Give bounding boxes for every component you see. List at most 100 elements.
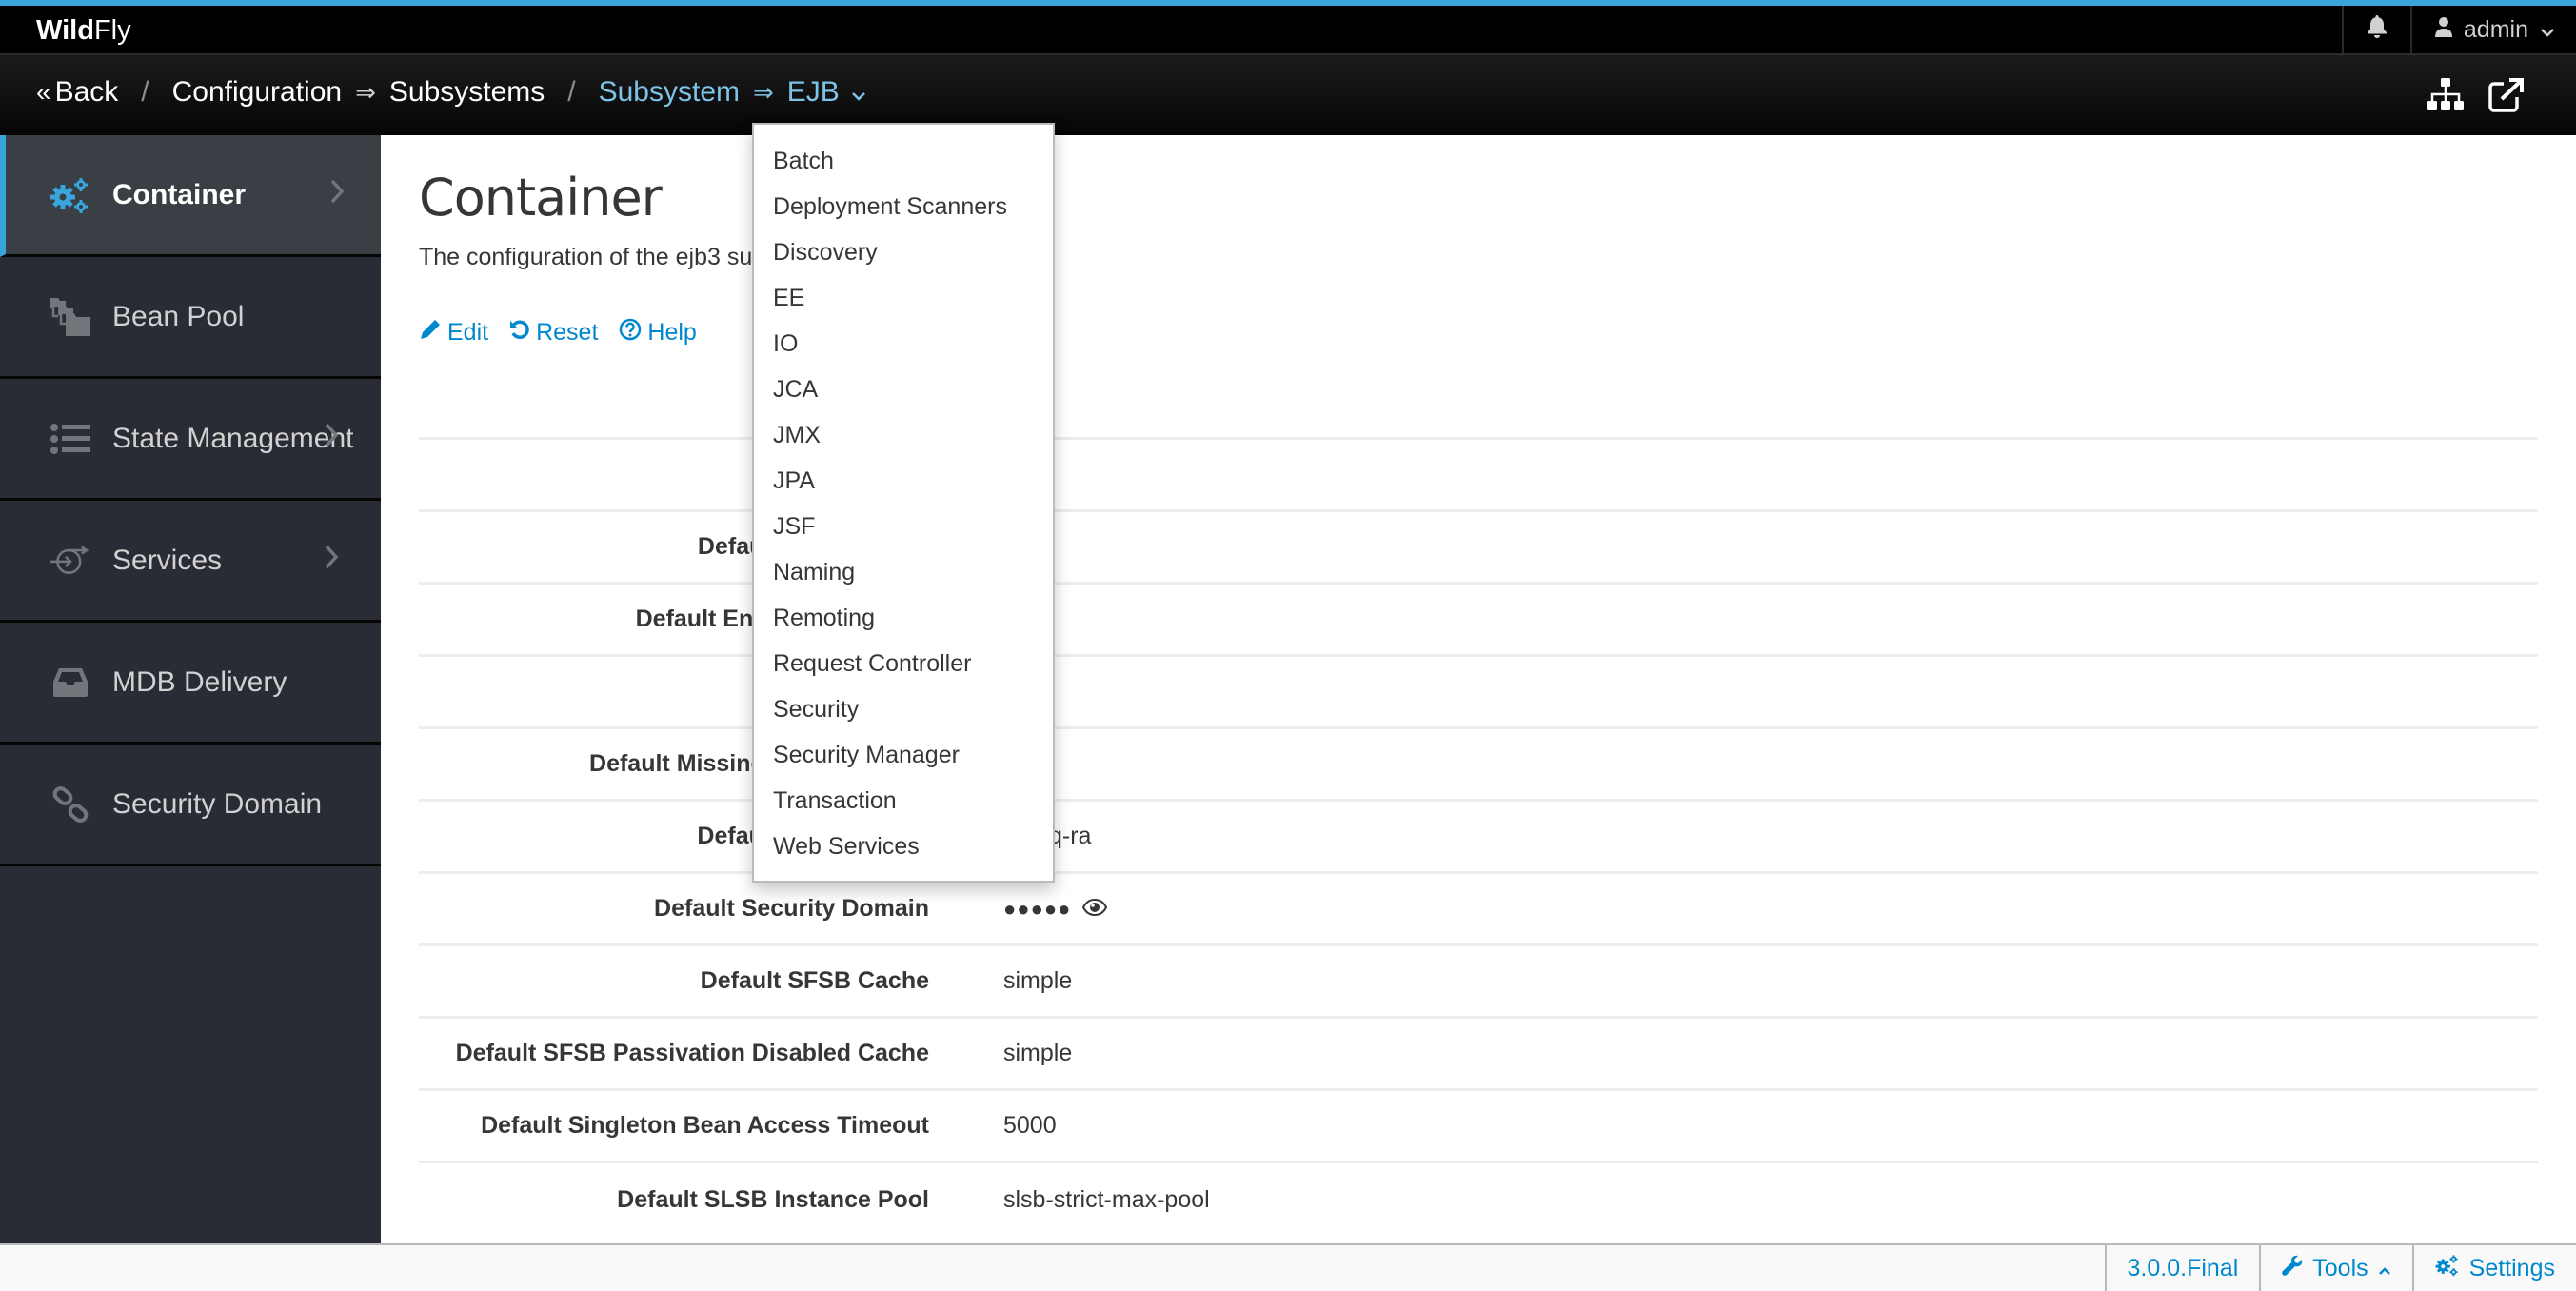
link-icon	[50, 784, 91, 825]
attribute-label: Default Singleton Bean Access Timeout	[481, 1112, 929, 1139]
page-title: Container	[419, 168, 663, 228]
sidebar-item-label: Container	[112, 178, 247, 210]
attributes-form: Allow EJB Default D Default Entity Bean …	[419, 367, 2538, 1236]
attribute-row: Default Missing Method Permi	[419, 729, 2538, 802]
attribute-label: Default Security Domain	[654, 895, 929, 922]
chevron-down-icon	[851, 76, 866, 109]
breadcrumb-separator: /	[567, 76, 576, 108]
undo-icon	[509, 319, 530, 347]
help-button[interactable]: Help	[619, 318, 697, 348]
breadcrumb-arrow: ⇒	[355, 77, 376, 107]
chevron-right-icon	[324, 422, 339, 456]
attribute-row: Default Singleton Bean Access Timeout 500…	[419, 1091, 2538, 1163]
tools-button[interactable]: Tools	[2259, 1245, 2411, 1291]
dropdown-item-jmx[interactable]: JMX	[754, 412, 1053, 458]
footer: 3.0.0.Final Tools Settings	[0, 1243, 2576, 1291]
attribute-label: Default SFSB Cache	[700, 967, 929, 994]
tools-label: Tools	[2312, 1254, 2368, 1281]
breadcrumb-subsystem: Subsystem	[598, 76, 740, 108]
sitemap-icon[interactable]	[2427, 78, 2464, 117]
list-icon	[50, 418, 91, 460]
sidebar-item-state-management[interactable]: State Management	[0, 379, 381, 501]
dropdown-item-transaction[interactable]: Transaction	[754, 778, 1053, 824]
masked-value: ●●●●●	[1003, 896, 1072, 921]
notifications-button[interactable]	[2341, 6, 2410, 53]
dropdown-item-io[interactable]: IO	[754, 321, 1053, 367]
brand-logo[interactable]: WildFly	[36, 15, 131, 47]
back-link[interactable]: « Back	[36, 76, 118, 109]
dropdown-item-jsf[interactable]: JSF	[754, 504, 1053, 549]
breadcrumb-configuration[interactable]: Configuration	[172, 76, 342, 109]
chevron-right-icon	[324, 544, 339, 578]
subsystem-dropdown-menu: Batch Deployment Scanners Discovery EE I…	[752, 123, 1055, 883]
sidebar-item-bean-pool[interactable]: Bean Pool	[0, 257, 381, 379]
user-name: admin	[2463, 15, 2528, 43]
sidebar-item-label: Security Domain	[112, 787, 323, 820]
attribute-row: Allow EJB	[419, 367, 2538, 440]
cogs-icon	[2435, 1254, 2460, 1283]
dropdown-item-jpa[interactable]: JPA	[754, 458, 1053, 504]
attribute-row: Default MDB I	[419, 657, 2538, 729]
attribute-label: Default SFSB Passivation Disabled Cache	[455, 1040, 929, 1066]
brand-light: Fly	[93, 15, 131, 46]
settings-button[interactable]: Settings	[2411, 1245, 2576, 1291]
sidebar: Container Bean Pool State Management Ser…	[0, 135, 381, 1243]
cogs-icon	[50, 174, 91, 216]
attribute-row: Default D	[419, 440, 2538, 512]
sidebar-item-security-domain[interactable]: Security Domain	[0, 745, 381, 866]
dropdown-item-remoting[interactable]: Remoting	[754, 595, 1053, 641]
dropdown-item-naming[interactable]: Naming	[754, 549, 1053, 595]
sidebar-item-label: Services	[112, 544, 223, 576]
breadcrumb-bar: « Back / Configuration ⇒ Subsystems / Su…	[0, 53, 2576, 135]
edit-button[interactable]: Edit	[419, 318, 488, 348]
attribute-value: slsb-strict-max-pool	[1003, 1185, 1210, 1213]
dropdown-item-weld[interactable]: Weld	[754, 869, 1053, 882]
dropdown-item-batch[interactable]: Batch	[754, 138, 1053, 184]
dropdown-item-web-services[interactable]: Web Services	[754, 824, 1053, 869]
bell-icon	[2367, 14, 2388, 45]
breadcrumb-subsystems[interactable]: Subsystems	[389, 76, 545, 109]
settings-label: Settings	[2468, 1254, 2555, 1281]
form-actions: Edit Reset Help	[419, 318, 697, 348]
user-icon	[2434, 16, 2452, 44]
page-description: The configuration of the ejb3 su	[419, 244, 753, 270]
attribute-row: Default Entity Bean I	[419, 512, 2538, 585]
chevron-down-icon	[2540, 16, 2555, 44]
version-button[interactable]: 3.0.0.Final	[2104, 1245, 2260, 1291]
double-chevron-left-icon: «	[36, 77, 51, 107]
attribute-label: Default SLSB Instance Pool	[617, 1185, 929, 1213]
attribute-row: Default Entity Bean Optim	[419, 585, 2538, 657]
dropdown-item-discovery[interactable]: Discovery	[754, 229, 1053, 275]
sidebar-item-mdb-delivery[interactable]: MDB Delivery	[0, 623, 381, 745]
reset-button[interactable]: Reset	[509, 318, 598, 348]
eye-icon[interactable]	[1082, 895, 1108, 923]
user-menu[interactable]: admin	[2409, 6, 2576, 53]
sidebar-item-label: State Management	[112, 422, 354, 454]
sidebar-item-services[interactable]: Services	[0, 501, 381, 623]
attribute-value: simple	[1003, 1040, 1073, 1066]
dropdown-item-jca[interactable]: JCA	[754, 367, 1053, 412]
breadcrumb-current: EJB	[786, 76, 840, 108]
dropdown-item-security-manager[interactable]: Security Manager	[754, 732, 1053, 778]
folders-icon	[50, 296, 91, 338]
inbox-icon	[50, 662, 91, 704]
attribute-row: Default SFSB Passivation Disabled Cache s…	[419, 1019, 2538, 1091]
attribute-value: ●●●●●	[1003, 895, 1108, 923]
brand-bold: Wild	[36, 15, 94, 46]
breadcrumb-arrow: ⇒	[753, 77, 774, 107]
attribute-row: Default Security Domain ●●●●●	[419, 874, 2538, 946]
chevron-right-icon	[329, 178, 345, 212]
main-content: Container The configuration of the ejb3 …	[381, 135, 2576, 1243]
subsystem-switcher[interactable]: EJB	[787, 76, 866, 109]
dropdown-item-deployment-scanners[interactable]: Deployment Scanners	[754, 184, 1053, 229]
dropdown-item-ee[interactable]: EE	[754, 275, 1053, 321]
dropdown-item-request-controller[interactable]: Request Controller	[754, 641, 1053, 686]
sidebar-item-label: MDB Delivery	[112, 665, 287, 698]
attribute-value: simple	[1003, 967, 1073, 994]
masthead: WildFly admin	[0, 0, 2576, 53]
external-link-icon[interactable]	[2488, 78, 2525, 117]
sidebar-item-container[interactable]: Container	[0, 135, 381, 257]
attribute-row: Default Resource Acq-ra	[419, 802, 2538, 874]
dropdown-item-security[interactable]: Security	[754, 686, 1053, 732]
breadcrumb: « Back / Configuration ⇒ Subsystems / Su…	[36, 76, 866, 109]
